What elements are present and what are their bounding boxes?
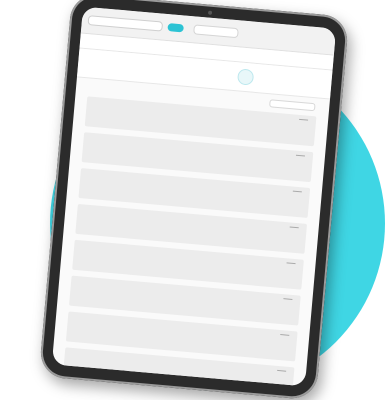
search-button[interactable] xyxy=(167,23,184,33)
bookmark-icon[interactable] xyxy=(295,154,305,160)
tablet-screen xyxy=(51,6,337,387)
camera-icon xyxy=(207,10,213,15)
bookmark-icon[interactable] xyxy=(276,369,287,375)
tablet-device xyxy=(38,0,350,400)
search-input[interactable] xyxy=(87,15,164,32)
filter-highlight[interactable] xyxy=(167,62,227,67)
bookmark-icon[interactable] xyxy=(279,334,290,339)
bookmark-icon[interactable] xyxy=(283,298,293,303)
bookmark-icon[interactable] xyxy=(298,118,309,124)
sort-select[interactable] xyxy=(269,99,316,112)
filter-bubble[interactable] xyxy=(236,68,255,86)
job-list xyxy=(52,95,329,387)
bookmark-icon[interactable] xyxy=(292,190,302,196)
bookmark-icon[interactable] xyxy=(286,262,296,268)
bookmark-icon[interactable] xyxy=(289,226,299,232)
location-input[interactable] xyxy=(193,24,239,39)
